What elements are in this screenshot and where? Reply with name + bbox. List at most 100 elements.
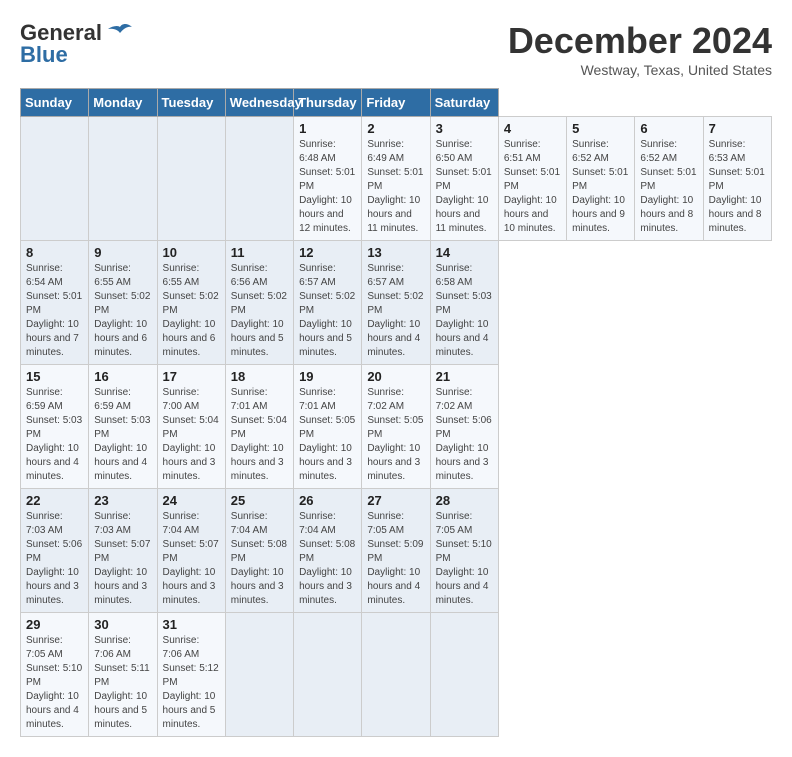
day-number: 17 xyxy=(163,369,220,384)
day-number: 31 xyxy=(163,617,220,632)
calendar-cell xyxy=(89,117,157,241)
calendar-cell: 22 Sunrise: 7:03 AMSunset: 5:06 PMDayligh… xyxy=(21,489,89,613)
day-number: 11 xyxy=(231,245,288,260)
calendar-cell: 6 Sunrise: 6:52 AMSunset: 5:01 PMDaylight… xyxy=(635,117,703,241)
day-number: 26 xyxy=(299,493,356,508)
calendar-cell: 31 Sunrise: 7:06 AMSunset: 5:12 PMDayligh… xyxy=(157,613,225,737)
day-info: Sunrise: 6:54 AMSunset: 5:01 PMDaylight:… xyxy=(26,262,83,360)
calendar-cell: 8 Sunrise: 6:54 AMSunset: 5:01 PMDaylight… xyxy=(21,241,89,365)
day-info: Sunrise: 6:51 AMSunset: 5:01 PMDaylight:… xyxy=(504,138,561,236)
calendar-cell: 25Sunrise: 7:04 AMSunset: 5:08 PMDayligh… xyxy=(225,489,293,613)
day-info: Sunrise: 7:02 AMSunset: 5:05 PMDaylight:… xyxy=(367,386,424,484)
header-thursday: Thursday xyxy=(294,89,362,117)
day-number: 10 xyxy=(163,245,220,260)
calendar-week-row: 8 Sunrise: 6:54 AMSunset: 5:01 PMDaylight… xyxy=(21,241,772,365)
calendar-cell: 9 Sunrise: 6:55 AMSunset: 5:02 PMDaylight… xyxy=(89,241,157,365)
day-number: 18 xyxy=(231,369,288,384)
calendar-table: SundayMondayTuesdayWednesdayThursdayFrid… xyxy=(20,88,772,737)
logo-bird-icon xyxy=(106,23,134,43)
day-number: 21 xyxy=(436,369,493,384)
calendar-cell: 4 Sunrise: 6:51 AMSunset: 5:01 PMDaylight… xyxy=(498,117,566,241)
calendar-cell: 14 Sunrise: 6:58 AMSunset: 5:03 PMDayligh… xyxy=(430,241,498,365)
day-info: Sunrise: 7:04 AMSunset: 5:07 PMDaylight:… xyxy=(163,510,220,608)
day-info: Sunrise: 6:55 AMSunset: 5:02 PMDaylight:… xyxy=(163,262,220,360)
logo: General Blue xyxy=(20,20,134,68)
day-number: 2 xyxy=(367,121,424,136)
calendar-cell xyxy=(430,613,498,737)
day-info: Sunrise: 7:04 AMSunset: 5:08 PMDaylight:… xyxy=(299,510,356,608)
calendar-cell: 7 Sunrise: 6:53 AMSunset: 5:01 PMDaylight… xyxy=(703,117,771,241)
day-number: 4 xyxy=(504,121,561,136)
day-info: Sunrise: 6:55 AMSunset: 5:02 PMDaylight:… xyxy=(94,262,151,360)
day-info: Sunrise: 7:04 AMSunset: 5:08 PMDaylight:… xyxy=(231,510,288,608)
day-info: Sunrise: 6:52 AMSunset: 5:01 PMDaylight:… xyxy=(640,138,697,236)
day-number: 9 xyxy=(94,245,151,260)
day-number: 27 xyxy=(367,493,424,508)
day-number: 15 xyxy=(26,369,83,384)
day-info: Sunrise: 6:59 AMSunset: 5:03 PMDaylight:… xyxy=(94,386,151,484)
calendar-cell: 28Sunrise: 7:05 AMSunset: 5:10 PMDayligh… xyxy=(430,489,498,613)
header-wednesday: Wednesday xyxy=(225,89,293,117)
calendar-cell: 24 Sunrise: 7:04 AMSunset: 5:07 PMDayligh… xyxy=(157,489,225,613)
calendar-cell: 16 Sunrise: 6:59 AMSunset: 5:03 PMDayligh… xyxy=(89,365,157,489)
day-info: Sunrise: 7:01 AMSunset: 5:05 PMDaylight:… xyxy=(299,386,356,484)
day-number: 8 xyxy=(26,245,83,260)
calendar-cell: 1 Sunrise: 6:48 AMSunset: 5:01 PMDaylight… xyxy=(294,117,362,241)
calendar-cell: 19 Sunrise: 7:01 AMSunset: 5:05 PMDayligh… xyxy=(294,365,362,489)
day-info: Sunrise: 6:58 AMSunset: 5:03 PMDaylight:… xyxy=(436,262,493,360)
calendar-cell: 30Sunrise: 7:06 AMSunset: 5:11 PMDayligh… xyxy=(89,613,157,737)
calendar-cell xyxy=(294,613,362,737)
day-number: 24 xyxy=(163,493,220,508)
calendar-cell xyxy=(21,117,89,241)
day-info: Sunrise: 6:59 AMSunset: 5:03 PMDaylight:… xyxy=(26,386,83,484)
calendar-cell: 23Sunrise: 7:03 AMSunset: 5:07 PMDayligh… xyxy=(89,489,157,613)
day-number: 12 xyxy=(299,245,356,260)
day-number: 23 xyxy=(94,493,151,508)
calendar-cell: 26 Sunrise: 7:04 AMSunset: 5:08 PMDayligh… xyxy=(294,489,362,613)
day-number: 16 xyxy=(94,369,151,384)
day-info: Sunrise: 6:48 AMSunset: 5:01 PMDaylight:… xyxy=(299,138,356,236)
day-info: Sunrise: 6:57 AMSunset: 5:02 PMDaylight:… xyxy=(367,262,424,360)
calendar-week-row: 29Sunrise: 7:05 AMSunset: 5:10 PMDayligh… xyxy=(21,613,772,737)
calendar-cell: 15 Sunrise: 6:59 AMSunset: 5:03 PMDayligh… xyxy=(21,365,89,489)
header-monday: Monday xyxy=(89,89,157,117)
day-info: Sunrise: 7:03 AMSunset: 5:06 PMDaylight:… xyxy=(26,510,83,608)
header-tuesday: Tuesday xyxy=(157,89,225,117)
day-info: Sunrise: 6:57 AMSunset: 5:02 PMDaylight:… xyxy=(299,262,356,360)
calendar-cell xyxy=(362,613,430,737)
calendar-cell: 12 Sunrise: 6:57 AMSunset: 5:02 PMDayligh… xyxy=(294,241,362,365)
day-number: 29 xyxy=(26,617,83,632)
calendar-cell: 2Sunrise: 6:49 AMSunset: 5:01 PMDaylight… xyxy=(362,117,430,241)
calendar-cell: 11 Sunrise: 6:56 AMSunset: 5:02 PMDayligh… xyxy=(225,241,293,365)
calendar-week-row: 1 Sunrise: 6:48 AMSunset: 5:01 PMDaylight… xyxy=(21,117,772,241)
day-info: Sunrise: 6:53 AMSunset: 5:01 PMDaylight:… xyxy=(709,138,766,236)
header-sunday: Sunday xyxy=(21,89,89,117)
calendar-cell: 27 Sunrise: 7:05 AMSunset: 5:09 PMDayligh… xyxy=(362,489,430,613)
day-info: Sunrise: 7:02 AMSunset: 5:06 PMDaylight:… xyxy=(436,386,493,484)
day-number: 22 xyxy=(26,493,83,508)
day-number: 14 xyxy=(436,245,493,260)
calendar-week-row: 15 Sunrise: 6:59 AMSunset: 5:03 PMDayligh… xyxy=(21,365,772,489)
page-header: General Blue December 2024 Westway, Texa… xyxy=(20,20,772,78)
day-number: 5 xyxy=(572,121,629,136)
calendar-cell: 21 Sunrise: 7:02 AMSunset: 5:06 PMDayligh… xyxy=(430,365,498,489)
day-number: 6 xyxy=(640,121,697,136)
calendar-header-row: SundayMondayTuesdayWednesdayThursdayFrid… xyxy=(21,89,772,117)
day-info: Sunrise: 7:06 AMSunset: 5:12 PMDaylight:… xyxy=(163,634,220,732)
calendar-week-row: 22 Sunrise: 7:03 AMSunset: 5:06 PMDayligh… xyxy=(21,489,772,613)
day-info: Sunrise: 7:00 AMSunset: 5:04 PMDaylight:… xyxy=(163,386,220,484)
day-info: Sunrise: 7:05 AMSunset: 5:09 PMDaylight:… xyxy=(367,510,424,608)
day-info: Sunrise: 6:56 AMSunset: 5:02 PMDaylight:… xyxy=(231,262,288,360)
calendar-cell xyxy=(225,117,293,241)
day-number: 19 xyxy=(299,369,356,384)
day-number: 7 xyxy=(709,121,766,136)
calendar-cell xyxy=(157,117,225,241)
day-number: 1 xyxy=(299,121,356,136)
calendar-cell: 17 Sunrise: 7:00 AMSunset: 5:04 PMDayligh… xyxy=(157,365,225,489)
day-info: Sunrise: 6:50 AMSunset: 5:01 PMDaylight:… xyxy=(436,138,493,236)
header-friday: Friday xyxy=(362,89,430,117)
calendar-cell: 13Sunrise: 6:57 AMSunset: 5:02 PMDayligh… xyxy=(362,241,430,365)
day-number: 30 xyxy=(94,617,151,632)
day-number: 3 xyxy=(436,121,493,136)
logo-blue: Blue xyxy=(20,42,68,68)
